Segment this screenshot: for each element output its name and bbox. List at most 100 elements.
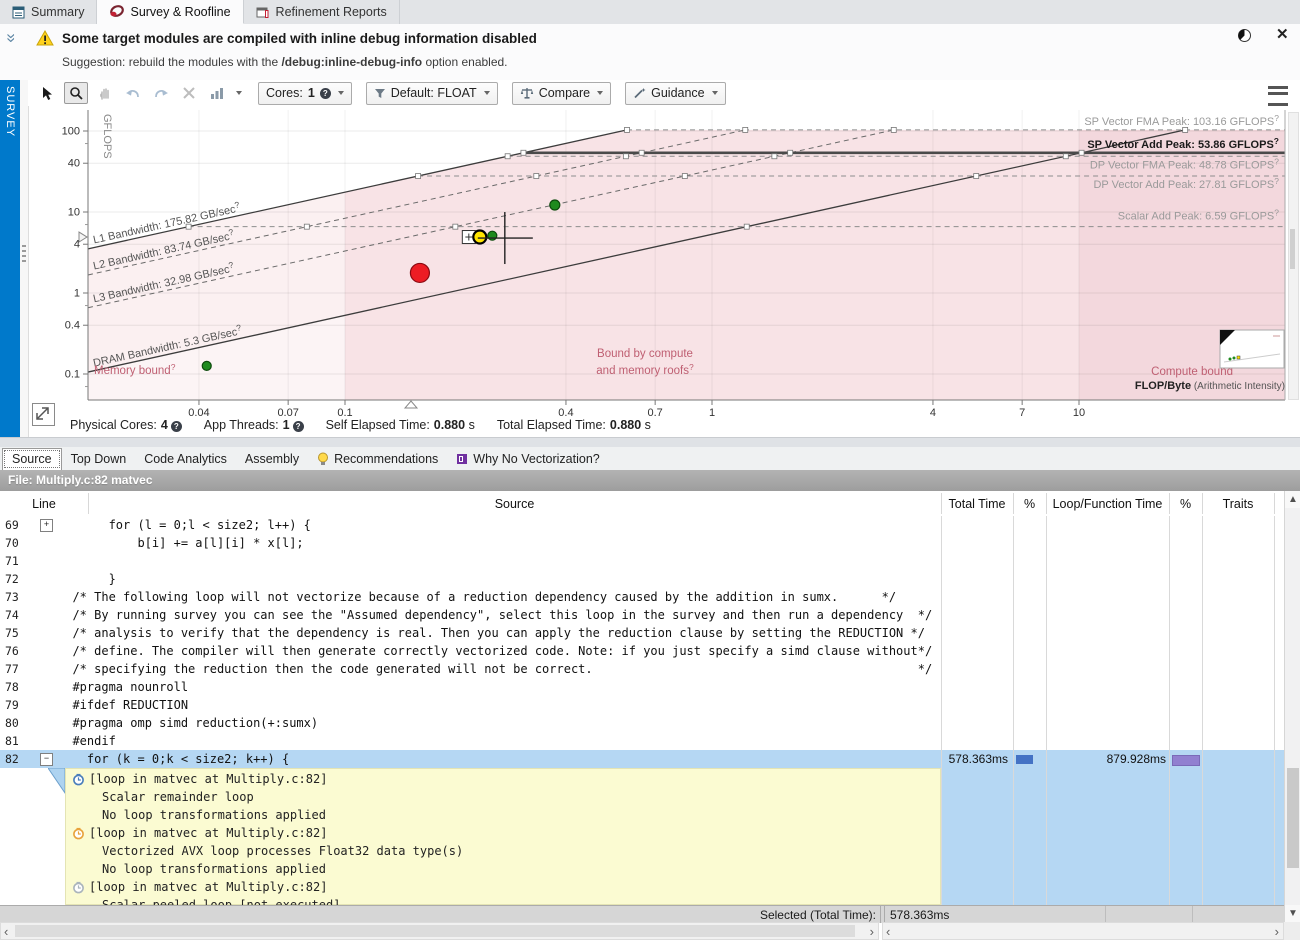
roofline-loop-point[interactable]: [410, 263, 429, 282]
bottom-tab-bar: Source Top Down Code Analytics Assembly …: [0, 447, 1300, 470]
redo-icon[interactable]: [150, 83, 172, 103]
cores-dropdown[interactable]: Cores:1?: [258, 82, 352, 105]
roofline-loop-point[interactable]: [202, 361, 211, 370]
chart-vertical-scrollbar[interactable]: [1288, 112, 1299, 400]
scroll-left-icon2[interactable]: ‹: [886, 924, 890, 939]
tab-top-down[interactable]: Top Down: [62, 449, 136, 470]
tab-survey-roofline[interactable]: Survey & Roofline: [97, 0, 243, 24]
splitter-grip-icon[interactable]: [22, 245, 26, 247]
source-row[interactable]: 81 #endif: [0, 732, 1284, 750]
col-header-total-time[interactable]: Total Time: [941, 491, 1013, 516]
tab-source[interactable]: Source: [2, 448, 62, 470]
col-header-source[interactable]: Source: [88, 491, 941, 516]
source-code-pane[interactable]: 69+ for (l = 0;l < size2; l++) {70 b[i] …: [0, 516, 1284, 905]
annotation-detail: Scalar remainder loop: [102, 788, 254, 806]
columns-h-scrollbar[interactable]: ‹ ›: [882, 922, 1284, 940]
tab-code-analytics[interactable]: Code Analytics: [135, 449, 236, 470]
source-row[interactable]: 82− for (k = 0;k < size2; k++) {578.363m…: [0, 750, 1284, 768]
roofline-loop-point[interactable]: [550, 200, 560, 210]
feedback-icon[interactable]: [1237, 28, 1252, 43]
source-row[interactable]: 71: [0, 552, 1284, 570]
line-number: 73: [5, 590, 19, 604]
compare-dropdown[interactable]: Compare: [512, 82, 611, 105]
col-header-loop-pct[interactable]: %: [1169, 491, 1202, 516]
tab-summary[interactable]: Summary: [0, 0, 97, 24]
source-row[interactable]: 74 /* By running survey you can see the …: [0, 606, 1284, 624]
tab-assembly[interactable]: Assembly: [236, 449, 308, 470]
undo-icon[interactable]: [122, 83, 144, 103]
y-tick-label: 40: [68, 158, 80, 170]
source-row[interactable]: 69+ for (l = 0;l < size2; l++) {: [0, 516, 1284, 534]
source-row[interactable]: 73 /* The following loop will not vector…: [0, 588, 1284, 606]
line-number: 80: [5, 716, 19, 730]
pan-hand-icon[interactable]: [94, 83, 116, 103]
cores-help-icon[interactable]: ?: [320, 88, 331, 99]
roof-intersection-marker: [1183, 127, 1188, 132]
x-axis-selection-marker: [405, 401, 417, 408]
source-row[interactable]: 76 /* define. The compiler will then gen…: [0, 642, 1284, 660]
roof-intersection-marker: [639, 150, 644, 155]
chart-menu-icon[interactable]: [1268, 86, 1288, 106]
select-cursor-icon[interactable]: [36, 83, 58, 103]
scroll-right-icon[interactable]: ›: [870, 924, 874, 939]
scroll-down-icon[interactable]: ▼: [1285, 905, 1300, 922]
export-dropdown-caret[interactable]: [236, 91, 242, 95]
expand-chart-icon[interactable]: [32, 403, 55, 426]
source-row[interactable]: 72 }: [0, 570, 1284, 588]
collapse-chevron-icon[interactable]: »: [2, 33, 22, 40]
roof-intersection-marker: [623, 154, 628, 159]
roofline-loop-point[interactable]: [488, 231, 497, 240]
line-number: 71: [5, 554, 19, 568]
source-row[interactable]: 77 /* specifying the reduction then the …: [0, 660, 1284, 678]
x-tick-label: 10: [1073, 407, 1085, 419]
scroll-right-icon2[interactable]: ›: [1275, 924, 1279, 939]
filter-dropdown[interactable]: Default: FLOAT: [366, 82, 498, 105]
chart-minimap[interactable]: [1220, 330, 1284, 368]
source-scroll-thumb[interactable]: [1287, 768, 1299, 868]
expand-toggle[interactable]: +: [40, 519, 53, 532]
app-threads-help-icon[interactable]: ?: [293, 421, 304, 432]
filter-label: Default: FLOAT: [391, 86, 477, 100]
code-text: #endif: [58, 734, 938, 748]
zoom-tool-icon[interactable]: [64, 82, 88, 104]
tab-refinement-reports[interactable]: Refinement Reports: [244, 0, 400, 24]
roofline-chart[interactable]: L1 Bandwidth: 175.82 GB/sec?L2 Bandwidth…: [28, 108, 1300, 420]
source-row[interactable]: 75 /* analysis to verify that the depend…: [0, 624, 1284, 642]
chart-scroll-thumb[interactable]: [1290, 229, 1295, 269]
code-text: /* specifying the reduction then the cod…: [58, 662, 938, 676]
source-h-scrollbar[interactable]: ‹ ›: [0, 922, 879, 940]
tab-refinement-label: Refinement Reports: [276, 5, 387, 19]
col-header-loop-time[interactable]: Loop/Function Time: [1046, 491, 1169, 516]
expand-toggle[interactable]: −: [40, 753, 53, 766]
source-v-scrollbar[interactable]: ▲ ▼: [1284, 491, 1300, 922]
roof-intersection-marker: [625, 127, 630, 132]
source-row[interactable]: 70 b[i] += a[l][i] * x[l];: [0, 534, 1284, 552]
col-header-total-pct[interactable]: %: [1013, 491, 1046, 516]
col-header-line[interactable]: Line: [0, 491, 88, 516]
status-label: Selected (Total Time):: [760, 908, 876, 922]
tab-recommendations[interactable]: Recommendations: [308, 449, 447, 470]
roof-intersection-marker: [1079, 150, 1084, 155]
compare-label: Compare: [539, 86, 590, 100]
source-row[interactable]: 78 #pragma nounroll: [0, 678, 1284, 696]
cancel-icon[interactable]: [178, 83, 200, 103]
source-row[interactable]: 80 #pragma omp simd reduction(+:sumx): [0, 714, 1284, 732]
lightbulb-icon: [317, 452, 329, 466]
banner-title: Some target modules are compiled with in…: [62, 31, 537, 46]
export-chart-icon[interactable]: [206, 83, 228, 103]
clock-orange-icon: [72, 827, 85, 840]
guidance-dropdown[interactable]: Guidance: [625, 82, 726, 105]
x-axis-title: FLOP/Byte (Arithmetic Intensity): [1135, 380, 1285, 392]
guidance-caret: [712, 91, 718, 95]
physical-cores-help-icon[interactable]: ?: [171, 421, 182, 432]
scroll-left-icon[interactable]: ‹: [4, 924, 8, 939]
cores-value: 1: [308, 86, 315, 100]
warning-icon: [36, 30, 54, 47]
selected-loop-point[interactable]: [473, 231, 486, 244]
source-row[interactable]: 79 #ifdef REDUCTION: [0, 696, 1284, 714]
tab-why-no-vectorization[interactable]: Why No Vectorization?: [447, 449, 608, 470]
col-header-traits[interactable]: Traits: [1202, 491, 1274, 516]
close-icon[interactable]: ✕: [1276, 25, 1289, 43]
scroll-up-icon[interactable]: ▲: [1285, 491, 1300, 508]
banner-suggestion: Suggestion: rebuild the modules with the…: [62, 55, 508, 69]
